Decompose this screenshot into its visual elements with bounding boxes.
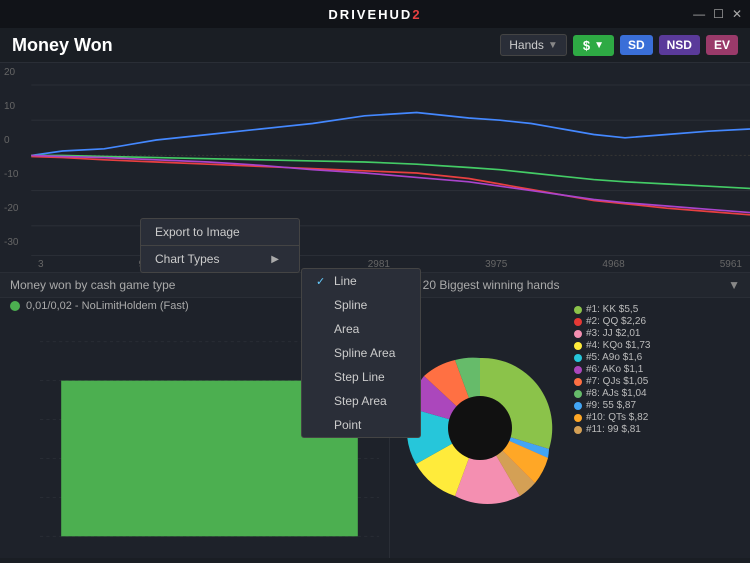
chart-types-item[interactable]: Chart Types ▶ ✓ Line Spline Area S: [141, 245, 299, 272]
right-content: #1: KK $5,5 #2: QQ $2,26 #3: JJ $2,01 #4…: [390, 298, 750, 558]
logo-suffix: 2: [412, 7, 421, 22]
legend-label-qjs: #7: QJs $1,05: [586, 376, 648, 387]
chart-type-spline[interactable]: Spline: [302, 293, 420, 317]
minimize-button[interactable]: —: [693, 7, 705, 21]
legend-color-ako: [574, 366, 582, 374]
nsd-button[interactable]: NSD: [659, 35, 700, 55]
submenu-arrow-icon: ▶: [271, 254, 279, 265]
chart-type-point[interactable]: Point: [302, 413, 420, 437]
pie-legend: #1: KK $5,5 #2: QQ $2,26 #3: JJ $2,01 #4…: [570, 298, 750, 558]
context-menu[interactable]: Export to Image Chart Types ▶ ✓ Line Spl…: [140, 218, 300, 273]
legend-item-11: #11: 99 $,81: [574, 424, 746, 435]
dollar-label: $: [583, 38, 590, 53]
legend-label-a9o: #5: A9o $1,6: [586, 352, 642, 363]
sd-button[interactable]: SD: [620, 35, 653, 55]
chart-type-spline-area[interactable]: Spline Area: [302, 341, 420, 365]
close-button[interactable]: ✕: [732, 7, 742, 21]
legend-label-jj: #3: JJ $2,01: [586, 328, 640, 339]
app-logo: DRIVEHUD2: [328, 7, 421, 22]
chart-types-submenu[interactable]: ✓ Line Spline Area Spline Area Ste: [301, 268, 421, 438]
legend-color-99: [574, 426, 582, 434]
legend-color-jj: [574, 330, 582, 338]
legend-color-a9o: [574, 354, 582, 362]
chart-type-step-area[interactable]: Step Area: [302, 389, 420, 413]
right-panel-title: Top 20 Biggest winning hands: [400, 278, 559, 292]
legend-item-8: #8: AJs $1,04: [574, 388, 746, 399]
bar-legend-label: 0,01/0,02 - NoLimitHoldem (Fast): [26, 300, 189, 312]
chart-types-label: Chart Types: [155, 252, 219, 266]
legend-color-ajs: [574, 390, 582, 398]
maximize-button[interactable]: ☐: [713, 7, 724, 21]
ev-button[interactable]: EV: [706, 35, 738, 55]
page-title: Money Won: [12, 35, 113, 56]
title-bar: DRIVEHUD2 — ☐ ✕: [0, 0, 750, 28]
legend-item-1: #1: KK $5,5: [574, 304, 746, 315]
legend-label-qts: #10: QTs $,82: [586, 412, 648, 423]
left-panel-title: Money won by cash game type: [10, 278, 175, 292]
legend-item-3: #3: JJ $2,01: [574, 328, 746, 339]
right-panel: Top 20 Biggest winning hands ▼: [390, 273, 750, 558]
legend-label-qq: #2: QQ $2,26: [586, 316, 646, 327]
header: Money Won Hands ▼ $ ▼ SD NSD EV: [0, 28, 750, 63]
pie-chart-svg: [400, 348, 560, 508]
legend-item-4: #4: KQo $1,73: [574, 340, 746, 351]
export-image-item[interactable]: Export to Image: [141, 219, 299, 245]
legend-label-55: #9: 55 $,87: [586, 400, 636, 411]
legend-item-9: #9: 55 $,87: [574, 400, 746, 411]
check-icon: ✓: [316, 275, 328, 288]
hands-label: Hands: [509, 38, 544, 52]
legend-label-ajs: #8: AJs $1,04: [586, 388, 647, 399]
legend-color-qts: [574, 414, 582, 422]
hands-arrow-icon: ▼: [548, 40, 558, 51]
line-label: Line: [334, 274, 357, 288]
dollar-dropdown[interactable]: $ ▼: [573, 35, 614, 56]
export-image-label: Export to Image: [155, 225, 240, 239]
legend-item-2: #2: QQ $2,26: [574, 316, 746, 327]
legend-color-qjs: [574, 378, 582, 386]
right-panel-header: Top 20 Biggest winning hands ▼: [390, 273, 750, 298]
legend-color-qq: [574, 318, 582, 326]
legend-color-kk: [574, 306, 582, 314]
header-controls: Hands ▼ $ ▼ SD NSD EV: [500, 34, 738, 56]
main-chart: 20 10 0 -10 -20 -30 3 996 1988 2981 3975…: [0, 63, 750, 273]
right-panel-arrow-icon[interactable]: ▼: [728, 278, 740, 292]
legend-label-99: #11: 99 $,81: [586, 424, 641, 435]
spline-label: Spline: [334, 298, 367, 312]
legend-color-55: [574, 402, 582, 410]
point-label: Point: [334, 418, 361, 432]
spline-area-label: Spline Area: [334, 346, 395, 360]
chart-y-axis: 20 10 0 -10 -20 -30: [4, 63, 18, 252]
chart-type-area[interactable]: Area: [302, 317, 420, 341]
legend-label-ako: #6: AKo $1,1: [586, 364, 643, 375]
legend-item-6: #6: AKo $1,1: [574, 364, 746, 375]
chart-svg: [0, 63, 750, 272]
window-controls[interactable]: — ☐ ✕: [693, 7, 742, 21]
legend-item-5: #5: A9o $1,6: [574, 352, 746, 363]
legend-dot-icon: [10, 301, 20, 311]
legend-item-7: #7: QJs $1,05: [574, 376, 746, 387]
chart-type-line[interactable]: ✓ Line: [302, 269, 420, 293]
legend-item-10: #10: QTs $,82: [574, 412, 746, 423]
dollar-arrow-icon: ▼: [594, 40, 604, 51]
area-label: Area: [334, 322, 359, 336]
chart-type-step-line[interactable]: Step Line: [302, 365, 420, 389]
legend-color-kqo: [574, 342, 582, 350]
legend-label-kqo: #4: KQo $1,73: [586, 340, 651, 351]
hands-dropdown[interactable]: Hands ▼: [500, 34, 567, 56]
step-area-label: Step Area: [334, 394, 387, 408]
legend-label-kk: #1: KK $5,5: [586, 304, 638, 315]
step-line-label: Step Line: [334, 370, 385, 384]
